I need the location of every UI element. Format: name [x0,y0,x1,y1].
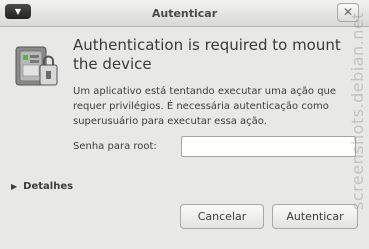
dialog-description: Um aplicativo está tentando executar uma… [73,86,337,127]
window-title: Autenticar [151,7,218,20]
security-lock-icon [15,46,58,86]
authenticate-button[interactable]: Autenticar [272,204,358,229]
expander-arrow-icon: ▶ [11,182,18,191]
password-field[interactable] [181,136,356,157]
title-bar: ▼ Autenticar ✕ [0,0,369,27]
watermark: screenshots.debian.net [348,12,367,211]
password-label: Senha para root: [73,141,157,152]
details-label: Detalhes [23,181,74,192]
dialog-heading: Authentication is required to mount the … [73,36,341,73]
details-expander[interactable]: ▶ Detalhes [11,181,73,192]
cancel-button[interactable]: Cancelar [180,204,264,229]
